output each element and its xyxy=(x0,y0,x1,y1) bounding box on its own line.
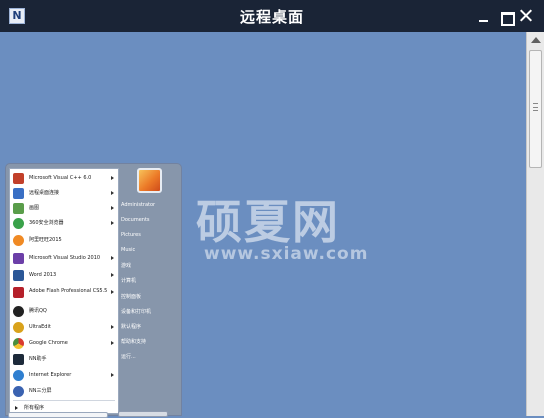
maximize-button[interactable] xyxy=(496,6,516,26)
program-item[interactable]: 画图 xyxy=(10,201,118,216)
submenu-arrow-icon xyxy=(111,221,114,225)
start-menu: Microsoft Visual C++ 6.0 远程桌面连接 画图 360安全… xyxy=(5,163,182,416)
watermark-url: www.sxiaw.com xyxy=(204,244,369,264)
aliwangwang-icon xyxy=(13,235,24,246)
place-computer[interactable]: 计算机 xyxy=(121,275,181,287)
program-item[interactable]: 360安全浏览器 xyxy=(10,216,118,231)
place-music[interactable]: Music xyxy=(121,244,181,256)
vertical-scrollbar[interactable] xyxy=(526,32,544,416)
program-item[interactable]: 阿里旺旺2015 xyxy=(10,233,118,248)
divider xyxy=(13,400,115,401)
submenu-arrow-icon xyxy=(111,206,114,210)
submenu-arrow-icon xyxy=(111,176,114,180)
program-item[interactable]: NN助手 xyxy=(10,352,118,367)
window-title: 远程桌面 xyxy=(239,8,304,26)
submenu-arrow-icon xyxy=(111,290,114,294)
program-item[interactable]: 腾讯QQ xyxy=(10,304,118,319)
place-games[interactable]: 游戏 xyxy=(121,260,181,272)
scroll-up-icon[interactable] xyxy=(531,37,541,43)
remote-desktop-icon xyxy=(13,188,24,199)
program-item[interactable]: Microsoft Visual C++ 6.0 xyxy=(10,171,118,186)
scroll-thumb[interactable] xyxy=(529,50,542,168)
program-item[interactable]: Google Chrome xyxy=(10,336,118,351)
program-item[interactable]: Adobe Flash Professional CS5.5 xyxy=(10,285,118,303)
arrow-right-icon xyxy=(15,406,18,410)
programs-pane: Microsoft Visual C++ 6.0 远程桌面连接 画图 360安全… xyxy=(9,168,119,414)
flash-icon xyxy=(13,287,24,298)
program-item[interactable]: Microsoft Visual Studio 2010 xyxy=(10,251,118,266)
submenu-arrow-icon xyxy=(111,325,114,329)
program-item[interactable]: NN三分屏 xyxy=(10,384,118,399)
word-icon xyxy=(13,270,24,281)
qq-icon xyxy=(13,306,24,317)
nn-icon xyxy=(13,354,24,365)
paint-icon xyxy=(13,203,24,214)
vc-icon xyxy=(13,173,24,184)
submenu-arrow-icon xyxy=(111,191,114,195)
program-item[interactable]: 远程桌面连接 xyxy=(10,186,118,201)
chrome-icon xyxy=(13,338,24,349)
grip-icon xyxy=(533,103,538,111)
place-pictures[interactable]: Pictures xyxy=(121,229,181,241)
place-control-panel[interactable]: 控制面板 xyxy=(121,291,181,303)
program-item[interactable]: Word 2013 xyxy=(10,268,118,283)
program-item[interactable]: Internet Explorer xyxy=(10,368,118,383)
minimize-button[interactable] xyxy=(474,6,494,26)
place-administrator[interactable]: Administrator xyxy=(121,199,181,211)
submenu-arrow-icon xyxy=(111,373,114,377)
place-devices-printers[interactable]: 设备和打印机 xyxy=(121,306,181,318)
place-run[interactable]: 运行... xyxy=(121,351,181,363)
ie-icon xyxy=(13,370,24,381)
title-bar: N 远程桌面 xyxy=(0,0,544,32)
visual-studio-icon xyxy=(13,253,24,264)
shutdown-button[interactable] xyxy=(118,411,168,417)
place-help-support[interactable]: 帮助和支持 xyxy=(121,336,181,348)
search-input[interactable] xyxy=(8,412,108,418)
submenu-arrow-icon xyxy=(111,273,114,277)
submenu-arrow-icon xyxy=(111,341,114,345)
ultraedit-icon xyxy=(13,322,24,333)
nn-split-icon xyxy=(13,386,24,397)
submenu-arrow-icon xyxy=(111,256,114,260)
place-default-programs[interactable]: 默认程序 xyxy=(121,321,181,333)
close-button[interactable] xyxy=(516,6,536,26)
user-avatar[interactable] xyxy=(137,168,162,193)
program-item[interactable]: UltraEdit xyxy=(10,320,118,335)
place-documents[interactable]: Documents xyxy=(121,214,181,226)
360-browser-icon xyxy=(13,218,24,229)
watermark-logo: 硕夏网 xyxy=(196,195,340,249)
